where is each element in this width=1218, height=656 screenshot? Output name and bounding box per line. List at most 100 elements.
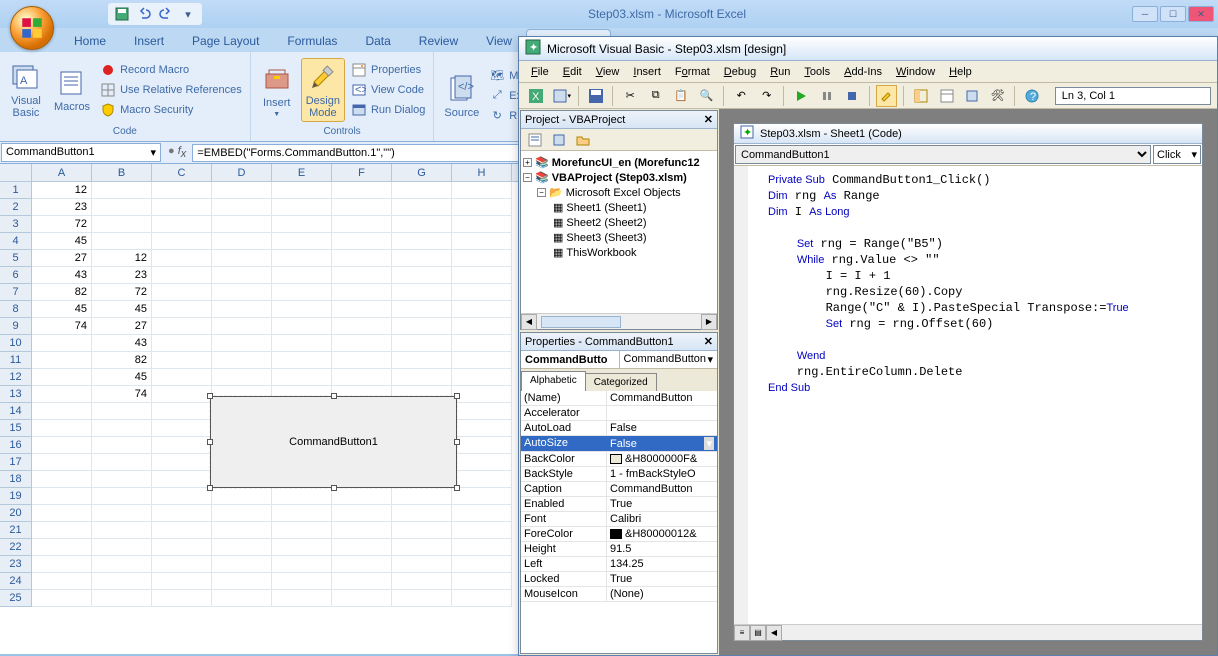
cell[interactable] xyxy=(152,437,212,454)
cell[interactable] xyxy=(332,233,392,250)
cell[interactable] xyxy=(392,301,452,318)
property-row[interactable]: CaptionCommandButton xyxy=(521,482,717,497)
vbe-title-bar[interactable]: ✦ Microsoft Visual Basic - Step03.xlsm [… xyxy=(519,37,1217,61)
column-header[interactable]: A xyxy=(32,164,92,181)
view-code-button[interactable]: <>View Code xyxy=(349,81,427,99)
cell[interactable] xyxy=(92,573,152,590)
cell[interactable] xyxy=(32,335,92,352)
row-header[interactable]: 10 xyxy=(0,335,32,352)
cell[interactable] xyxy=(272,250,332,267)
cell[interactable]: 45 xyxy=(92,369,152,386)
row-header[interactable]: 3 xyxy=(0,216,32,233)
macros-button[interactable]: Macros xyxy=(50,65,94,115)
cell[interactable] xyxy=(392,522,452,539)
cell[interactable] xyxy=(272,216,332,233)
cell[interactable] xyxy=(212,216,272,233)
cell[interactable] xyxy=(332,573,392,590)
cell[interactable] xyxy=(272,505,332,522)
row-header[interactable]: 25 xyxy=(0,590,32,607)
row-header[interactable]: 12 xyxy=(0,369,32,386)
view-code-icon[interactable] xyxy=(525,131,545,149)
cell[interactable] xyxy=(332,318,392,335)
cell[interactable] xyxy=(212,505,272,522)
cell[interactable] xyxy=(332,590,392,607)
source-button[interactable]: </> Source xyxy=(440,71,483,121)
help-icon[interactable]: ? xyxy=(1021,85,1043,107)
cell[interactable] xyxy=(32,505,92,522)
cell[interactable] xyxy=(92,590,152,607)
cell[interactable] xyxy=(152,505,212,522)
cell[interactable] xyxy=(392,369,452,386)
cell[interactable] xyxy=(212,369,272,386)
paste-icon[interactable]: 📋 xyxy=(670,85,692,107)
cell[interactable] xyxy=(92,199,152,216)
object-selector[interactable]: CommandButton▾ xyxy=(521,351,717,369)
find-icon[interactable]: 🔍 xyxy=(696,85,718,107)
cell[interactable] xyxy=(32,573,92,590)
cell[interactable] xyxy=(392,233,452,250)
cell[interactable] xyxy=(392,505,452,522)
cell[interactable] xyxy=(392,216,452,233)
cell[interactable] xyxy=(152,386,212,403)
cell[interactable] xyxy=(92,233,152,250)
property-row[interactable]: AutoSizeFalse▾ xyxy=(521,436,717,452)
cell[interactable] xyxy=(32,403,92,420)
cell[interactable] xyxy=(152,199,212,216)
row-header[interactable]: 21 xyxy=(0,522,32,539)
property-row[interactable]: LockedTrue xyxy=(521,572,717,587)
minimize-button[interactable]: ─ xyxy=(1132,6,1158,22)
view-excel-icon[interactable]: X xyxy=(525,85,547,107)
cell[interactable] xyxy=(272,590,332,607)
column-header[interactable]: D xyxy=(212,164,272,181)
cell[interactable] xyxy=(92,471,152,488)
cell[interactable] xyxy=(212,488,272,505)
run-dialog-button[interactable]: Run Dialog xyxy=(349,101,427,119)
cell[interactable] xyxy=(452,216,512,233)
cell[interactable] xyxy=(152,182,212,199)
menu-item[interactable]: Run xyxy=(764,64,796,80)
cell[interactable] xyxy=(332,250,392,267)
resize-handle[interactable] xyxy=(454,439,460,445)
close-button[interactable]: ✕ xyxy=(1188,6,1214,22)
cell[interactable] xyxy=(92,539,152,556)
cell[interactable] xyxy=(452,199,512,216)
cell[interactable] xyxy=(332,505,392,522)
row-header[interactable]: 18 xyxy=(0,471,32,488)
cell[interactable] xyxy=(212,182,272,199)
procedure-dropdown[interactable]: Click▾ xyxy=(1153,145,1201,164)
cell[interactable] xyxy=(212,199,272,216)
row-header[interactable]: 23 xyxy=(0,556,32,573)
menu-item[interactable]: View xyxy=(590,64,626,80)
row-header[interactable]: 24 xyxy=(0,573,32,590)
cell[interactable] xyxy=(332,352,392,369)
cell[interactable] xyxy=(452,284,512,301)
break-icon[interactable] xyxy=(816,85,838,107)
cell[interactable] xyxy=(212,539,272,556)
insert-control-button[interactable]: Insert▼ xyxy=(257,61,297,120)
undo-icon[interactable]: ↶ xyxy=(730,85,752,107)
menu-item[interactable]: Add-Ins xyxy=(838,64,888,80)
cell[interactable] xyxy=(392,267,452,284)
row-header[interactable]: 20 xyxy=(0,505,32,522)
cell[interactable] xyxy=(392,182,452,199)
properties-window-icon[interactable] xyxy=(936,85,958,107)
cell[interactable] xyxy=(152,590,212,607)
cell[interactable]: 45 xyxy=(92,301,152,318)
cell[interactable] xyxy=(272,199,332,216)
dropdown-icon[interactable]: ▾ xyxy=(707,353,713,366)
row-header[interactable]: 1 xyxy=(0,182,32,199)
cell[interactable] xyxy=(392,352,452,369)
cell[interactable] xyxy=(272,352,332,369)
cell[interactable]: 45 xyxy=(32,301,92,318)
cell[interactable] xyxy=(332,556,392,573)
cell[interactable] xyxy=(332,335,392,352)
cell[interactable] xyxy=(212,301,272,318)
cell[interactable] xyxy=(272,556,332,573)
tab-page-layout[interactable]: Page Layout xyxy=(178,30,273,52)
cell[interactable] xyxy=(152,471,212,488)
cell[interactable] xyxy=(332,182,392,199)
cell[interactable] xyxy=(212,556,272,573)
resize-handle[interactable] xyxy=(331,393,337,399)
cell[interactable] xyxy=(152,284,212,301)
reset-icon[interactable] xyxy=(841,85,863,107)
